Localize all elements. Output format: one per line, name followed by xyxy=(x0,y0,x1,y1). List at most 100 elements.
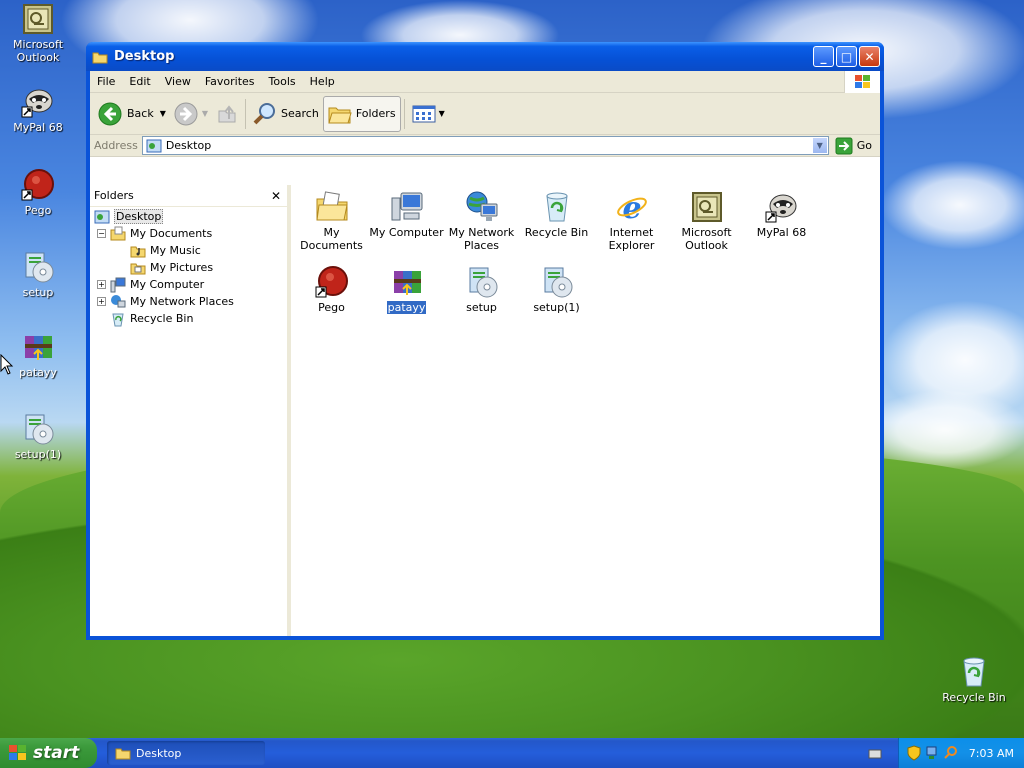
folders-pane: Folders ✕ Desktop − My Documents My Music My… xyxy=(90,185,291,636)
mypal-icon xyxy=(21,85,55,119)
my-documents-icon xyxy=(315,190,349,224)
file-item-label: My Network Places xyxy=(448,226,515,252)
views-icon xyxy=(412,105,436,122)
window-title: Desktop xyxy=(114,49,175,64)
tree-item-recycle-bin[interactable]: Recycle Bin xyxy=(90,310,287,327)
minimize-button[interactable]: _ xyxy=(813,46,834,67)
setup-icon xyxy=(21,250,55,284)
desktop-icon-label: setup xyxy=(22,286,54,299)
file-item-label: MyPal 68 xyxy=(756,226,807,239)
explorer-window[interactable]: Desktop _ □ ✕ File Edit View Favorites T… xyxy=(86,42,884,640)
tree-item-my-music[interactable]: My Music xyxy=(90,242,287,259)
search-button[interactable]: Search xyxy=(249,96,323,132)
back-button[interactable]: Back ▼ xyxy=(94,96,170,132)
network-places-icon xyxy=(465,190,499,224)
pego-icon xyxy=(315,265,349,299)
file-item-setup-1-[interactable]: setup(1) xyxy=(519,265,594,314)
tree-item-label: My Network Places xyxy=(130,295,234,308)
file-item-setup[interactable]: setup xyxy=(444,265,519,314)
views-dropdown-icon[interactable]: ▼ xyxy=(439,109,445,118)
file-item-label: My Computer xyxy=(369,226,444,239)
file-item-my-network-places[interactable]: My Network Places xyxy=(444,190,519,252)
tree-expander[interactable]: + xyxy=(97,280,106,289)
network-places-icon xyxy=(110,294,126,310)
file-item-internet-explorer[interactable]: e Internet Explorer xyxy=(594,190,669,252)
my-music-icon xyxy=(130,243,146,259)
file-item-my-computer[interactable]: My Computer xyxy=(369,190,444,239)
desktop-icon-mypal-68[interactable]: MyPal 68 xyxy=(0,85,76,134)
file-item-patayy[interactable]: patayy xyxy=(369,265,444,314)
file-item-mypal-68[interactable]: MyPal 68 xyxy=(744,190,819,239)
tree-item-label: Recycle Bin xyxy=(130,312,194,325)
desktop-icon-pego[interactable]: Pego xyxy=(0,168,76,217)
start-button[interactable]: start xyxy=(0,738,97,768)
folders-pane-header: Folders ✕ xyxy=(90,185,287,207)
close-button[interactable]: ✕ xyxy=(859,46,880,67)
network-tray-icon[interactable] xyxy=(925,745,939,761)
tree-item-desktop[interactable]: Desktop xyxy=(90,208,287,225)
tree-item-my-network-places[interactable]: + My Network Places xyxy=(90,293,287,310)
folders-button[interactable]: Folders xyxy=(322,95,401,132)
file-item-my-documents[interactable]: My Documents xyxy=(294,190,369,252)
title-bar[interactable]: Desktop _ □ ✕ xyxy=(86,42,884,71)
tree-item-label: My Music xyxy=(150,244,201,257)
menu-tools[interactable]: Tools xyxy=(262,75,303,88)
folder-icon xyxy=(115,748,131,760)
forward-button[interactable]: ▼ xyxy=(170,96,212,132)
tree-item-label: My Documents xyxy=(130,227,213,240)
my-pictures-icon xyxy=(130,260,146,276)
desktop-icon-recycle-bin[interactable]: Recycle Bin xyxy=(936,655,1012,704)
go-button[interactable]: Go xyxy=(829,137,880,155)
tree-item-my-documents[interactable]: − My Documents xyxy=(90,225,287,242)
address-input[interactable]: Desktop ▼ xyxy=(141,136,829,155)
desktop-icon-setup[interactable]: setup xyxy=(0,250,76,299)
back-dropdown-icon[interactable]: ▼ xyxy=(160,109,166,118)
mouse-cursor-icon xyxy=(0,354,14,375)
svg-text:e: e xyxy=(622,191,641,224)
file-item-microsoft-outlook[interactable]: Microsoft Outlook xyxy=(669,190,744,252)
close-folders-pane-button[interactable]: ✕ xyxy=(271,189,281,203)
folder-icon xyxy=(92,52,108,63)
recycle-bin-icon xyxy=(540,190,574,224)
file-item-label: Internet Explorer xyxy=(608,226,655,252)
file-item-recycle-bin[interactable]: Recycle Bin xyxy=(519,190,594,239)
file-item-label: patayy xyxy=(386,301,427,314)
search-tray-icon[interactable] xyxy=(943,745,959,761)
menu-help[interactable]: Help xyxy=(303,75,342,88)
taskbar: start Desktop 7:03 AM xyxy=(0,738,1024,768)
taskbar-button-desktop[interactable]: Desktop xyxy=(107,741,265,765)
my-computer-icon xyxy=(110,277,126,293)
up-folder-button[interactable] xyxy=(212,96,242,132)
setup-icon xyxy=(465,265,499,299)
desktop-icon xyxy=(146,139,162,152)
address-label: Address xyxy=(94,139,138,152)
tree-expander[interactable]: − xyxy=(97,229,106,238)
tree-item-my-pictures[interactable]: My Pictures xyxy=(90,259,287,276)
tree-item-my-computer[interactable]: + My Computer xyxy=(90,276,287,293)
file-item-pego[interactable]: Pego xyxy=(294,265,369,314)
system-tray: 7:03 AM xyxy=(897,738,1024,768)
pego-icon xyxy=(21,168,55,202)
file-view[interactable]: My Documents My Computer My Network Places… xyxy=(291,185,880,636)
file-item-label: Pego xyxy=(318,301,345,314)
menu-file[interactable]: File xyxy=(90,75,122,88)
forward-arrow-icon xyxy=(174,102,198,125)
menu-view[interactable]: View xyxy=(158,75,198,88)
views-button[interactable]: ▼ xyxy=(408,96,449,132)
go-arrow-icon xyxy=(835,137,853,154)
desktop-icon-label: setup(1) xyxy=(14,448,62,461)
address-dropdown-button[interactable]: ▼ xyxy=(811,137,828,154)
setup-icon xyxy=(21,412,55,446)
desktop-icon-setup-1-[interactable]: setup(1) xyxy=(0,412,76,461)
search-icon xyxy=(253,102,276,124)
maximize-button[interactable]: □ xyxy=(836,46,857,67)
file-item-label: My Documents xyxy=(300,226,363,252)
address-bar: Address Desktop ▼ Go xyxy=(90,135,880,157)
menu-edit[interactable]: Edit xyxy=(122,75,157,88)
menu-favorites[interactable]: Favorites xyxy=(198,75,262,88)
tree-expander[interactable]: + xyxy=(97,297,106,306)
security-shield-icon[interactable] xyxy=(907,745,921,761)
file-item-label: setup(1) xyxy=(533,301,580,314)
keyboard-icon[interactable] xyxy=(868,748,882,760)
desktop-icon-microsoft-outlook[interactable]: Microsoft Outlook xyxy=(0,2,76,64)
